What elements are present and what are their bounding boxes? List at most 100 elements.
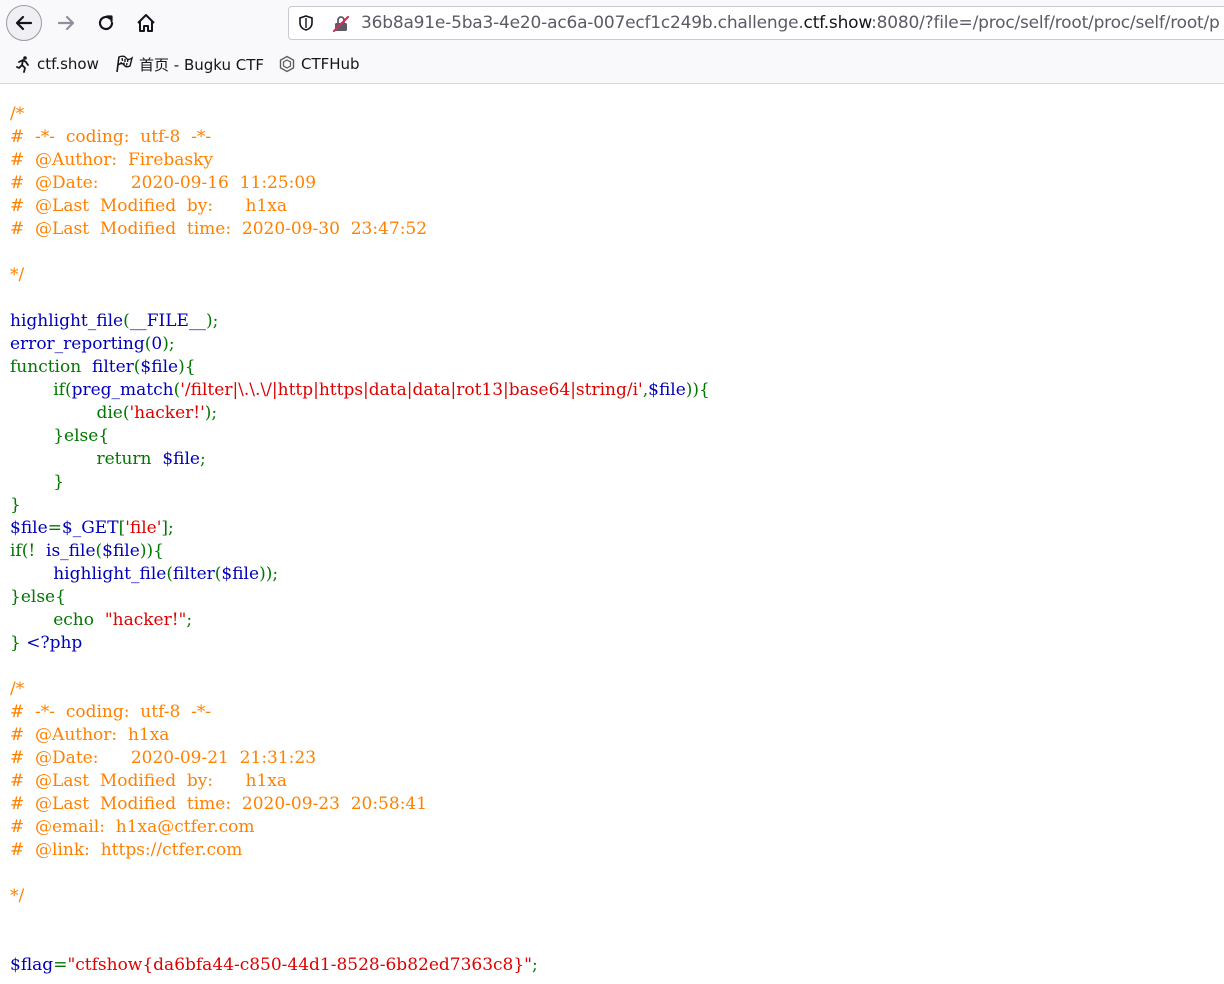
code-token: # @Author: h1xa <box>10 725 170 745</box>
code-line: # @link: https://ctfer.com <box>10 839 710 862</box>
insecure-lock-icon[interactable] <box>331 14 351 38</box>
code-line: # -*- coding: utf-8 -*- <box>10 126 710 149</box>
code-token: # @Last Modified by: h1xa <box>10 196 288 216</box>
code-token: )); <box>259 564 279 584</box>
code-token: */ <box>10 886 25 906</box>
code-token: ; <box>186 610 193 630</box>
code-line: highlight_file(__FILE__); <box>10 310 710 333</box>
code-token: filter <box>91 357 134 377</box>
bookmark-ctfshow[interactable]: ctf.show <box>14 53 99 75</box>
bookmarks-bar: ctf.show 首页 - Bugku CTF CTFHub <box>0 46 1224 84</box>
url-domain: ctf.show <box>803 13 872 33</box>
code-token: preg_match <box>71 380 174 400</box>
code-token: $file <box>162 449 200 469</box>
address-bar[interactable]: 36b8a91e-5ba3-4e20-ac6a-007ecf1c249b.cha… <box>288 6 1224 40</box>
code-token: <?php <box>26 633 83 653</box>
code-line: $flag="ctfshow{da6bfa44-c850-44d1-8528-6… <box>10 954 710 977</box>
home-icon <box>137 14 155 32</box>
tracking-shield-icon[interactable] <box>297 14 315 36</box>
code-token: 'hacker!' <box>129 403 205 423</box>
code-token: 'file' <box>125 518 162 538</box>
code-token: = <box>53 955 68 975</box>
code-token: ; <box>532 955 538 975</box>
code-line: # @Author: h1xa <box>10 724 710 747</box>
code-line: # @Last Modified by: h1xa <box>10 195 710 218</box>
code-line: /* <box>10 103 710 126</box>
code-token: { <box>153 541 164 561</box>
code-token: /* <box>10 104 25 124</box>
code-token: filter <box>172 564 215 584</box>
code-line: }else{ <box>10 425 710 448</box>
code-token: # @Author: Firebasky <box>10 150 214 170</box>
code-line: if(preg_match('/filter|\.\.\/|http|https… <box>10 379 710 402</box>
bookmark-label: 首页 - Bugku CTF <box>139 55 265 74</box>
bookmark-bugku[interactable]: 首页 - Bugku CTF <box>114 53 264 75</box>
code-line: # @Date: 2020-09-21 21:31:23 <box>10 747 710 770</box>
code-token: "ctfshow{da6bfa44-c850-44d1-8528-6b82ed7… <box>67 955 532 975</box>
code-line: # @Author: Firebasky <box>10 149 710 172</box>
code-token: # -*- coding: utf-8 -*- <box>10 702 212 722</box>
code-line: /* <box>10 678 710 701</box>
arrow-right-icon <box>57 15 75 31</box>
forward-button[interactable] <box>48 5 84 41</box>
url-text[interactable]: 36b8a91e-5ba3-4e20-ac6a-007ecf1c249b.cha… <box>361 7 1220 39</box>
home-button[interactable] <box>128 5 164 41</box>
code-token: # @Last Modified by: h1xa <box>10 771 288 791</box>
code-line: die('hacker!'); <box>10 402 710 425</box>
bookmark-ctfhub[interactable]: CTFHub <box>278 53 360 75</box>
code-token: # @link: https://ctfer.com <box>10 840 243 860</box>
highlighted-source-code: /* # -*- coding: utf-8 -*- # @Author: Fire… <box>10 103 710 977</box>
code-token: '/filter|\.\.\/|http|https|data|data|rot… <box>180 380 643 400</box>
url-suffix: :8080/?file=/proc/self/root/proc/self/ro… <box>871 13 1220 33</box>
code-token: if( <box>10 380 72 400</box>
code-line: # @Last Modified time: 2020-09-30 23:47:… <box>10 218 710 241</box>
code-line: # @Last Modified time: 2020-09-23 20:58:… <box>10 793 710 816</box>
code-token: highlight_file <box>53 564 167 584</box>
code-token: $file <box>648 380 686 400</box>
code-token: ){ <box>178 357 196 377</box>
code-line: # @Date: 2020-09-16 11:25:09 <box>10 172 710 195</box>
code-token: }else{ <box>10 587 66 607</box>
code-token: 0 <box>151 334 163 354</box>
bookmark-label: CTFHub <box>301 55 360 73</box>
code-token: die( <box>10 403 130 423</box>
code-line: echo "hacker!"; <box>10 609 710 632</box>
code-line: # @Last Modified by: h1xa <box>10 770 710 793</box>
code-line: */ <box>10 264 710 287</box>
code-token: __FILE__ <box>129 311 206 331</box>
code-token: )){ <box>685 380 710 400</box>
code-token: # @Date: 2020-09-21 21:31:23 <box>10 748 317 768</box>
back-button[interactable] <box>6 5 42 41</box>
code-token: ; <box>199 449 206 469</box>
code-line: highlight_file(filter($file)); <box>10 563 710 586</box>
code-token: $file <box>140 357 179 377</box>
code-token: $flag <box>10 955 54 975</box>
code-token: ]; <box>161 518 174 538</box>
code-token: $file <box>10 518 48 538</box>
code-token: is_file <box>46 541 96 561</box>
code-token: $file <box>221 564 260 584</box>
code-token: ( <box>123 311 130 331</box>
code-token: )) <box>139 541 154 561</box>
arrow-left-icon <box>15 15 33 31</box>
reload-icon <box>98 15 114 31</box>
code-line: } <box>10 471 710 494</box>
code-token: */ <box>10 265 25 285</box>
code-token: "hacker!" <box>104 610 187 630</box>
code-line: }else{ <box>10 586 710 609</box>
code-line: */ <box>10 885 710 908</box>
code-line: function filter($file){ <box>10 356 710 379</box>
code-token: return <box>10 449 163 469</box>
code-line: } <?php <box>10 632 710 655</box>
code-line: return $file; <box>10 448 710 471</box>
flag-icon <box>114 55 134 73</box>
code-line: # @email: h1xa@ctfer.com <box>10 816 710 839</box>
reload-button[interactable] <box>88 5 124 41</box>
code-token: # @Last Modified time: 2020-09-23 20:58:… <box>10 794 428 814</box>
